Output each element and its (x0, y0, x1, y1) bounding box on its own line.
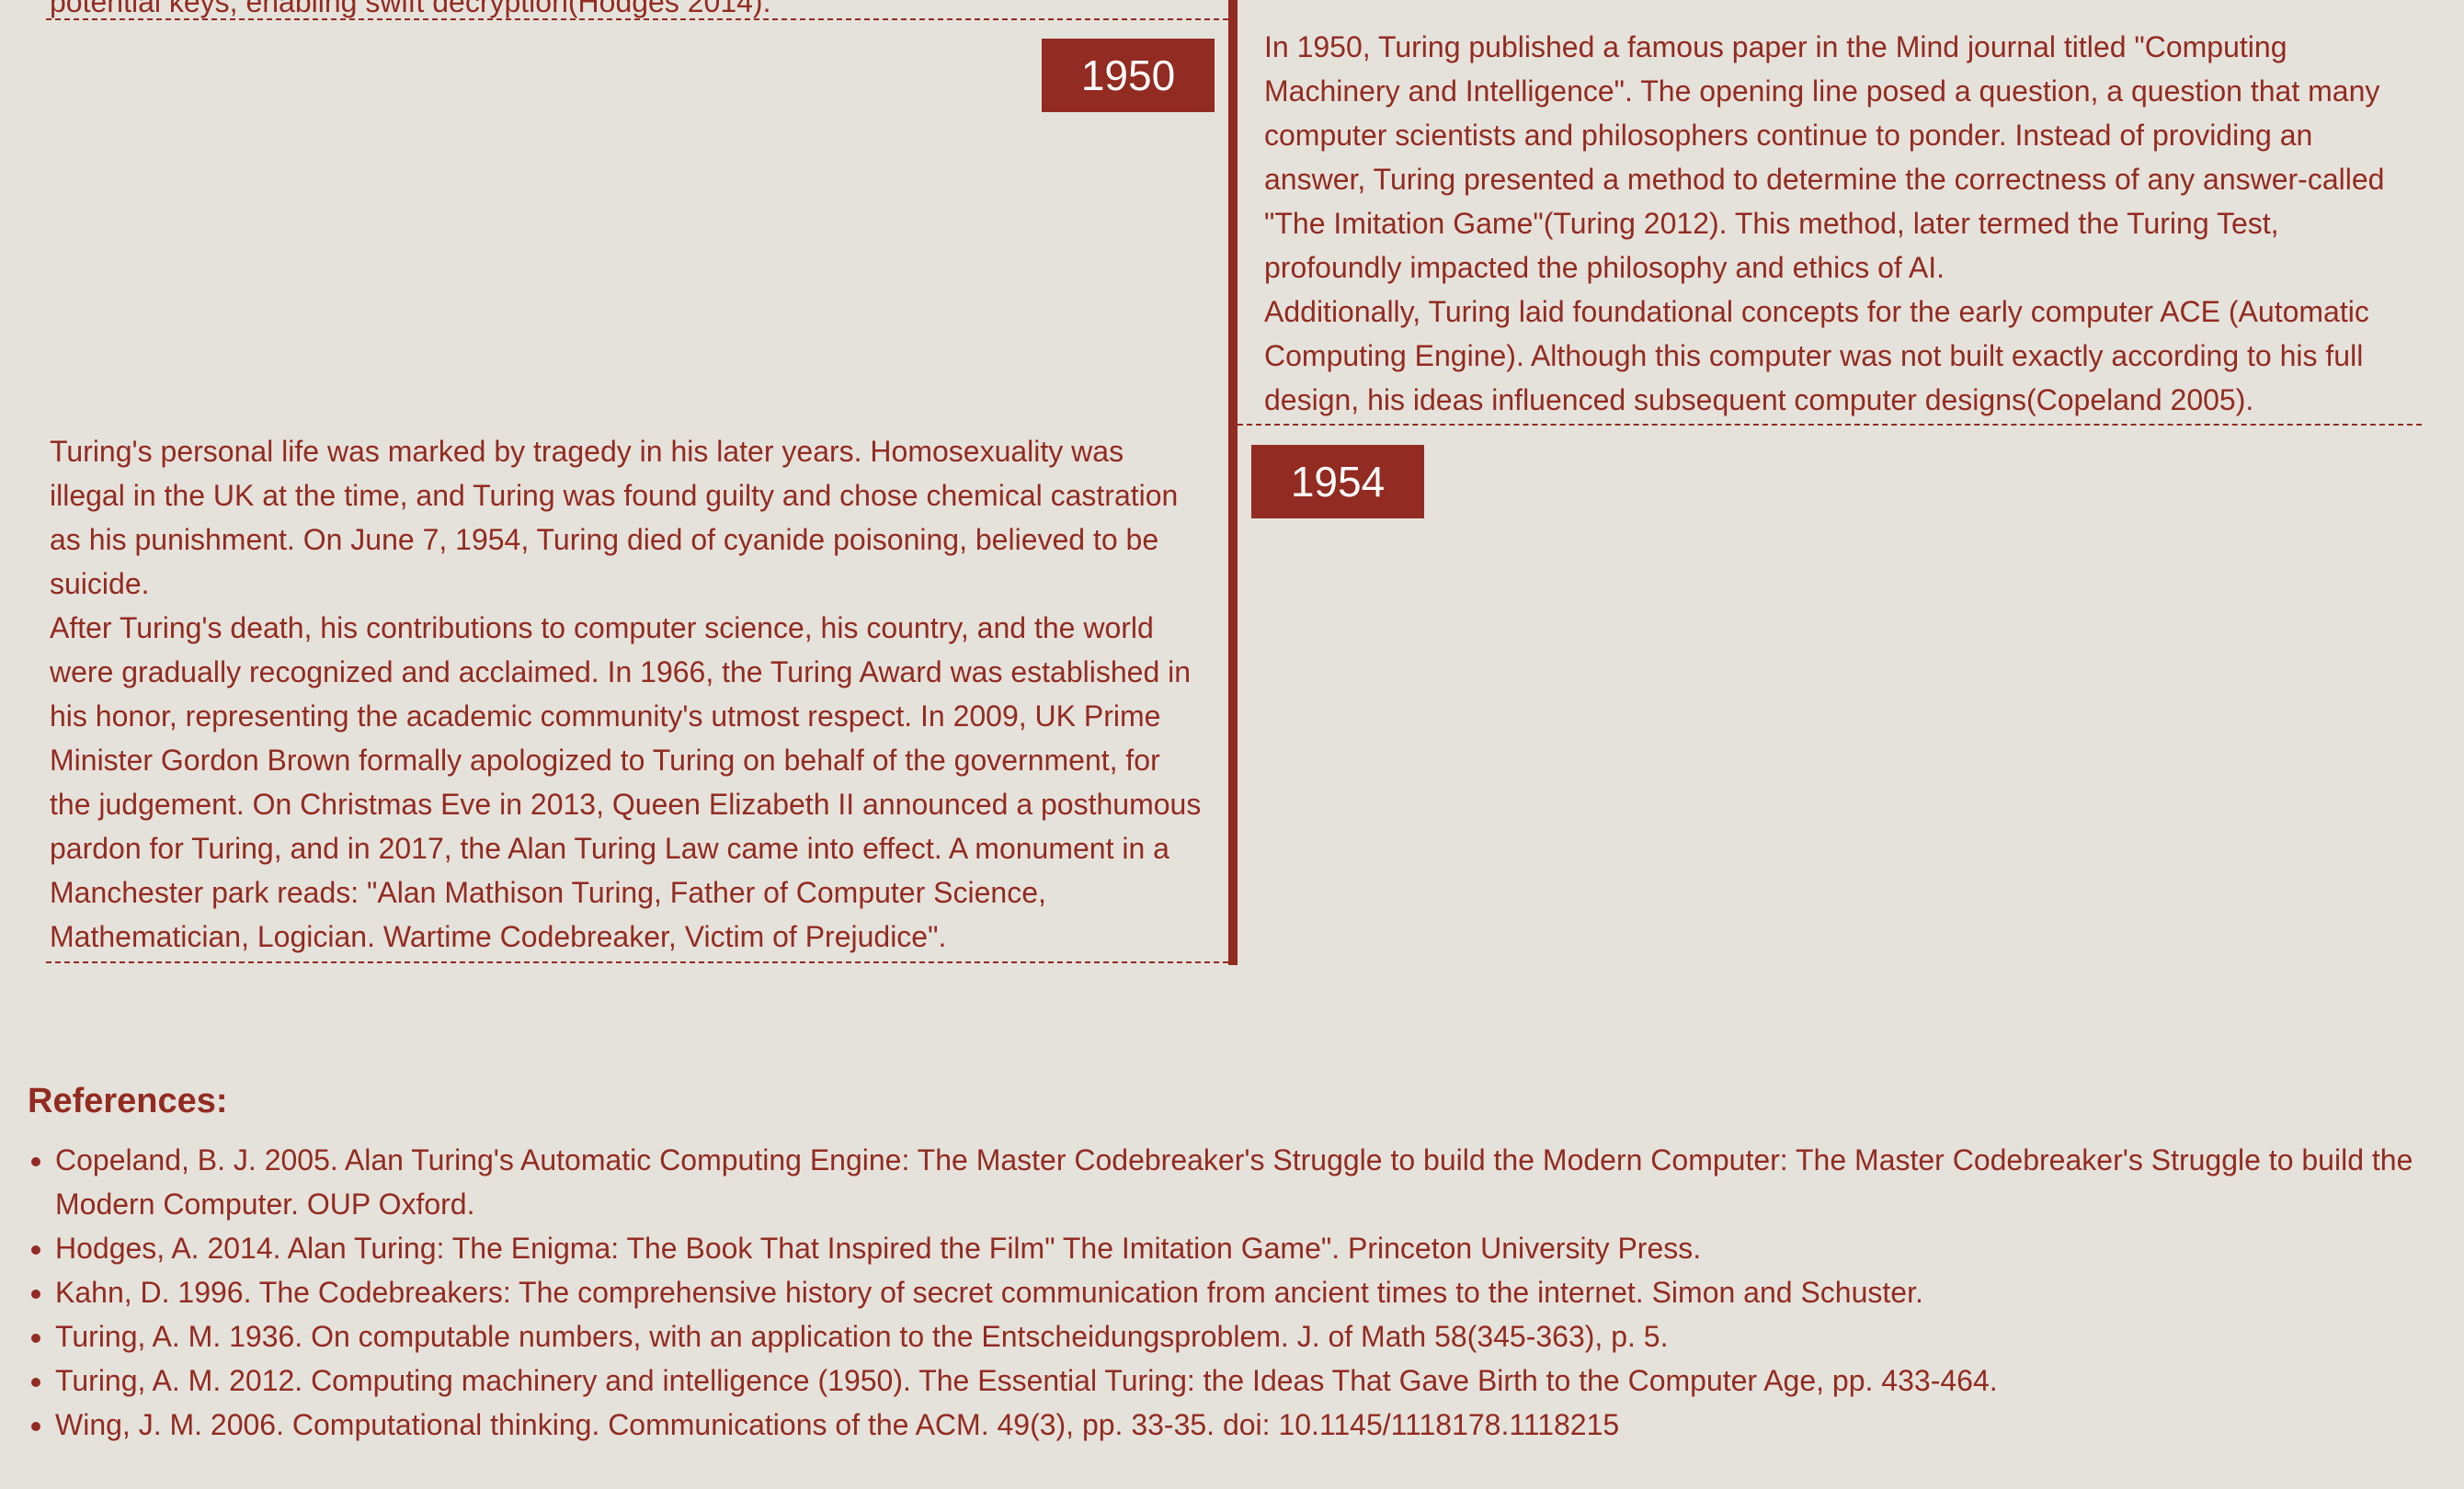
entry-1954-paragraph-2: After Turing's death, his contributions … (50, 611, 1202, 953)
reference-item: Turing, A. M. 2012. Computing machinery … (55, 1358, 2436, 1403)
reference-item: Kahn, D. 1996. The Codebreakers: The com… (55, 1270, 2436, 1314)
year-badge-1954: 1954 (1251, 445, 1424, 518)
reference-item: Wing, J. M. 2006. Computational thinking… (55, 1403, 2436, 1447)
references-section: References: Copeland, B. J. 2005. Alan T… (28, 1075, 2436, 1447)
reference-item: Turing, A. M. 1936. On computable number… (55, 1314, 2436, 1358)
year-badge-1950: 1950 (1042, 39, 1215, 112)
reference-item: Copeland, B. J. 2005. Alan Turing's Auto… (55, 1138, 2436, 1226)
entry-1950-paragraph-1: In 1950, Turing published a famous paper… (1264, 30, 2385, 284)
entry-divider (46, 961, 1228, 963)
entry-1954-paragraph-1: Turing's personal life was marked by tra… (50, 435, 1179, 600)
entry-divider (1238, 424, 2422, 426)
reference-item: Hodges, A. 2014. Alan Turing: The Enigma… (55, 1226, 2436, 1270)
timeline: potential keys, enabling swift decryptio… (0, 0, 2464, 974)
timeline-axis (1228, 0, 1238, 965)
references-list: Copeland, B. J. 2005. Alan Turing's Auto… (28, 1138, 2436, 1447)
timeline-entry-1950-text: In 1950, Turing published a famous paper… (1264, 25, 2413, 422)
timeline-entry-1954-text: Turing's personal life was marked by tra… (50, 429, 1204, 959)
entry-1950-paragraph-2: Additionally, Turing laid foundational c… (1264, 295, 2369, 416)
references-heading: References: (28, 1082, 228, 1120)
entry-divider (46, 18, 1228, 20)
timeline-entry-cut-text: potential keys, enabling swift decryptio… (50, 0, 771, 18)
